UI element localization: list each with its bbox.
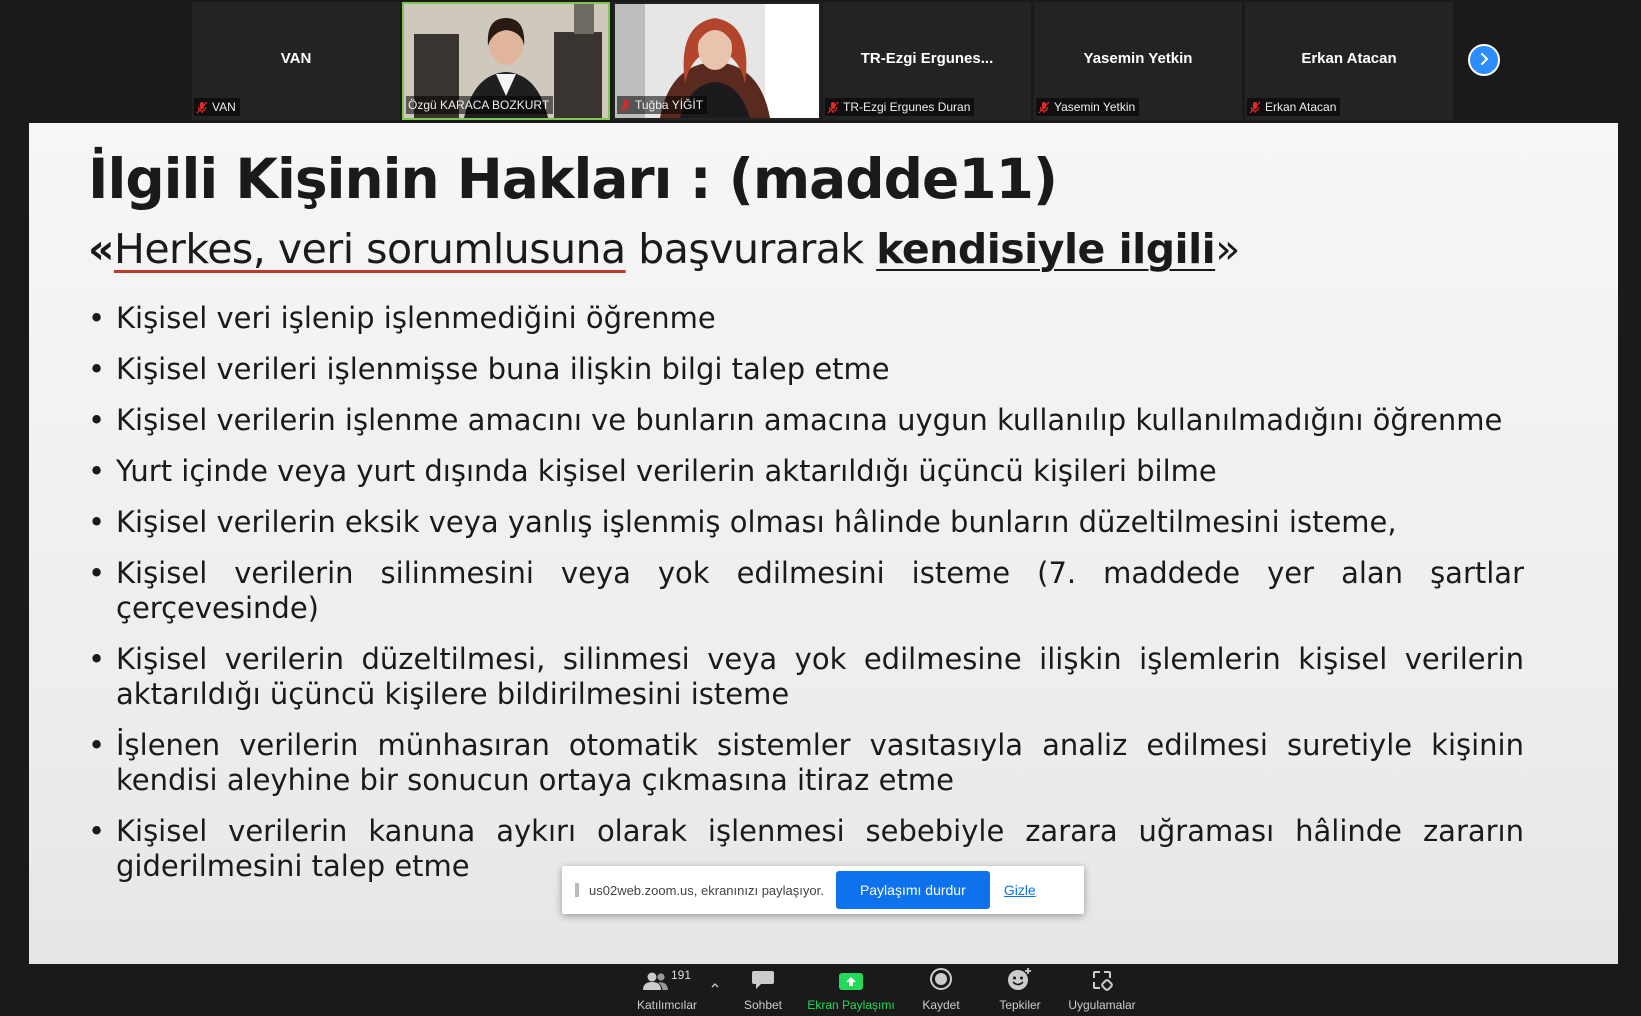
apps-label: Uygulamalar [1068,998,1136,1012]
bullet-icon: • [88,814,106,848]
reactions-icon-wrap [1007,964,1033,994]
participant-tile[interactable]: Yasemin Yetkin Yasemin Yetkin [1034,2,1242,120]
subtitle-open-quote: « [88,225,115,273]
share-screen-button[interactable]: Ekran Paylaşımı [806,964,896,1016]
participant-name: VAN [280,50,312,67]
record-icon [929,967,953,994]
participant-tile[interactable]: Erkan Atacan Erkan Atacan [1245,2,1453,120]
bullet-icon: • [88,642,106,676]
subtitle-middle-text: başvurarak [625,225,877,273]
participants-icon-group: 191 [642,964,692,994]
bullet-icon: • [88,556,106,590]
apps-button[interactable]: Uygulamalar [1062,964,1142,1016]
share-message: us02web.zoom.us, ekranınızı paylaşıyor. [589,882,824,898]
mic-off-icon [196,101,208,114]
list-item-text: Kişisel verilerin düzeltilmesi, silinmes… [116,642,1524,711]
mic-off-icon [1249,101,1261,114]
emoji-plus-icon [1007,967,1033,994]
meeting-toolbar: 191 Katılımcılar Sohbet Ekran Paylaşımı [0,964,1641,1016]
participant-label-text: Tuğba YİĞİT [635,98,704,112]
list-item: • Kişisel verilerin silinmesini veya yok … [88,556,1524,626]
participant-tile-video[interactable]: Özgü KARACA BOZKURT [402,2,610,120]
rights-bullet-list: • Kişisel veri işlenip işlenmediğini öğre… [88,301,1524,900]
list-item-text: Kişisel verilerin eksik veya yanlış işle… [116,505,1397,539]
chevron-up-icon [710,980,720,994]
chat-label: Sohbet [743,998,783,1012]
record-label: Kaydet [922,998,960,1012]
mic-off-icon [1038,101,1050,114]
chat-icon-wrap [751,964,775,994]
list-item-text: Kişisel veri işlenip işlenmediğini öğren… [116,301,716,335]
reactions-label: Tepkiler [999,998,1041,1012]
drag-handle-icon[interactable] [575,883,579,897]
participant-tile-video[interactable]: Tuğba YİĞİT [613,2,821,120]
list-item-text: Yurt içinde veya yurt dışında kişisel ve… [116,454,1217,488]
reactions-button[interactable]: Tepkiler [990,964,1050,1016]
participants-options-button[interactable] [708,964,722,1016]
participant-label: Özgü KARACA BOZKURT [406,96,554,114]
bullet-icon: • [88,352,106,386]
participant-name: Erkan Atacan [1301,50,1397,67]
participant-count: 191 [670,968,692,982]
share-icon-wrap [838,964,864,994]
slide-title: İlgili Kişinin Hakları : (madde11) [88,147,1058,211]
bullet-icon: • [88,301,106,335]
mic-off-icon [827,101,839,114]
bullet-icon: • [88,403,106,437]
caret-wrap [710,964,720,994]
participants-button[interactable]: 191 Katılımcılar [626,964,708,1016]
share-screen-icon [838,971,864,994]
list-item: • Kişisel verileri işlenmişse buna ilişki… [88,352,1524,387]
participant-name: TR-Ezgi Ergunes... [860,50,994,67]
list-item-text: Kişisel verilerin silinmesini veya yok e… [116,556,1524,625]
participant-name: Yasemin Yetkin [1083,50,1193,67]
list-item-text: Kişisel verileri işlenmişse buna ilişkin… [116,352,890,386]
chevron-right-icon [1477,51,1491,70]
mic-off-icon [619,99,631,112]
participant-tile[interactable]: VAN VAN [192,2,400,120]
apps-icon-wrap [1091,964,1113,994]
chat-icon [751,969,775,994]
participant-label: TR-Ezgi Ergunes Duran [825,98,975,116]
list-item-text: Kişisel verilerin işlenme amacını ve bun… [116,403,1503,437]
next-page-button[interactable] [1468,44,1500,76]
subtitle-close-quote: » [1215,225,1240,273]
participant-label-text: Yasemin Yetkin [1054,100,1136,114]
participant-label: Yasemin Yetkin [1036,98,1140,116]
subtitle-underlined-text: Herkes, veri sorumlusuna [114,225,626,273]
list-item: • Kişisel verilerin düzeltilmesi, silinme… [88,642,1524,712]
list-item-text: İşlenen verilerin münhasıran otomatik si… [116,728,1524,797]
apps-icon [1091,969,1113,994]
bullet-icon: • [88,728,106,762]
list-item: • İşlenen verilerin münhasıran otomatik s… [88,728,1524,798]
list-item: • Kişisel verilerin işlenme amacını ve bu… [88,403,1524,438]
participant-strip: VAN VAN Özgü KARACA BOZKURT Tuğba YİĞİT … [0,0,1641,122]
record-icon-wrap [929,964,953,994]
participant-label: Tuğba YİĞİT [617,96,708,114]
screen-share-notification: us02web.zoom.us, ekranınızı paylaşıyor. … [562,866,1084,914]
share-screen-label: Ekran Paylaşımı [807,998,895,1012]
participants-label: Katılımcılar [636,998,697,1012]
list-item: • Kişisel veri işlenip işlenmediğini öğre… [88,301,1524,336]
list-item: • Yurt içinde veya yurt dışında kişisel v… [88,454,1524,489]
participant-label-text: Özgü KARACA BOZKURT [408,98,550,112]
participant-label-text: TR-Ezgi Ergunes Duran [843,100,971,114]
participant-tile[interactable]: TR-Ezgi Ergunes... TR-Ezgi Ergunes Duran [823,2,1031,120]
participant-label: Erkan Atacan [1247,98,1341,116]
participants-icon [642,971,669,994]
bullet-icon: • [88,454,106,488]
participant-label: VAN [194,98,240,116]
chat-button[interactable]: Sohbet [734,964,792,1016]
hide-link[interactable]: Gizle [1004,882,1036,898]
list-item: • Kişisel verilerin eksik veya yanlış işl… [88,505,1524,540]
subtitle-bold-text: kendisiyle ilgili [876,225,1216,273]
record-button[interactable]: Kaydet [912,964,970,1016]
participant-label-text: Erkan Atacan [1265,100,1337,114]
shared-screen-slide: İlgili Kişinin Hakları : (madde11) «Herk… [29,123,1618,964]
participant-label-text: VAN [212,100,236,114]
slide-subtitle: «Herkes, veri sorumlusuna başvurarak ken… [88,225,1240,273]
stop-sharing-button[interactable]: Paylaşımı durdur [835,871,990,909]
bullet-icon: • [88,505,106,539]
